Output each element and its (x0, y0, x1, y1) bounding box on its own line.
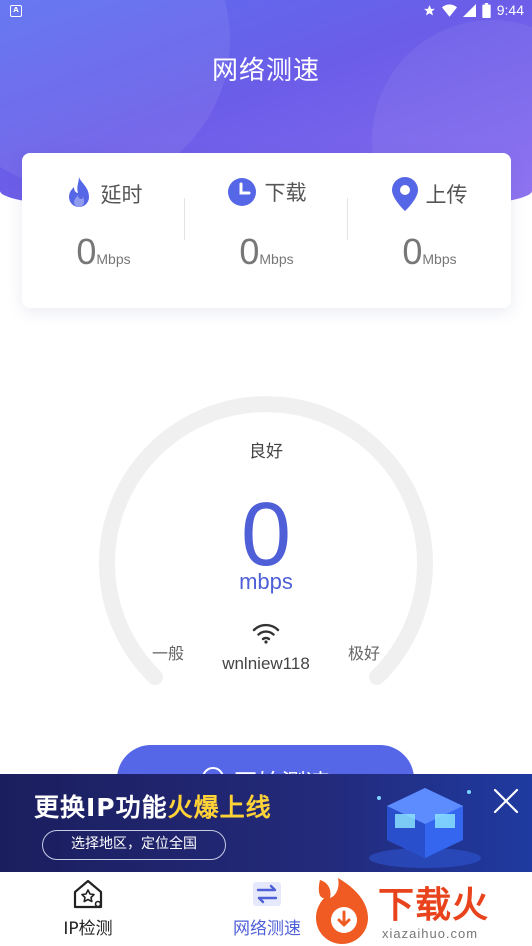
upload-stat: 上传 0Mbps (348, 153, 511, 308)
status-bar: A 9:44 (0, 0, 532, 24)
house-star-icon (73, 879, 103, 909)
clock-time: 9:44 (496, 2, 524, 18)
close-icon[interactable] (491, 786, 521, 816)
ad-headline: 更换IP功能火爆上线 (34, 788, 272, 824)
watermark-url: xiazaihuo.com (382, 926, 479, 941)
watermark-text: 下载火 (378, 885, 490, 926)
download-unit: Mbps (259, 251, 294, 267)
upload-label: 上传 (425, 183, 468, 207)
page-title: 网络测速 (211, 56, 320, 86)
signal-icon (462, 3, 476, 17)
download-stat: 下载 0Mbps (185, 153, 348, 308)
flame-icon (68, 177, 89, 207)
ad-illustration-icon (369, 788, 481, 868)
latency-label: 延时 (100, 183, 143, 207)
upload-value: 0 (402, 231, 423, 272)
wifi-icon (252, 623, 280, 644)
download-label: 下载 (264, 181, 307, 205)
upload-unit: Mbps (422, 251, 457, 267)
star-icon (423, 4, 435, 15)
speed-unit: mbps (239, 569, 293, 594)
refresh-arrows-icon (253, 882, 281, 906)
wifi-status-icon (441, 4, 457, 17)
latency-unit: Mbps (96, 251, 131, 267)
location-pin-icon (391, 177, 418, 211)
watermark-logo-icon (316, 878, 368, 944)
latency-value: 0 (76, 231, 97, 272)
download-value: 0 (239, 231, 260, 272)
speed-value: 0 (240, 485, 292, 585)
quality-label: 良好 (249, 442, 283, 462)
latency-stat: 延时 0Mbps (22, 153, 185, 308)
nav-ip-check-label: IP检测 (63, 919, 113, 939)
wifi-ssid: wnlniew118 (222, 654, 310, 673)
stats-card: 延时 0Mbps 下载 0Mbps 上传 0Mbps (22, 153, 511, 308)
battery-icon (482, 2, 491, 18)
app-notification-icon: A (10, 5, 22, 17)
ad-headline-prefix: 更换IP功能 (34, 793, 168, 822)
nav-ip-check[interactable]: IP检测 (23, 872, 153, 946)
clock-icon (227, 178, 256, 206)
ad-cta-pill[interactable]: 选择地区，定位全国 (42, 830, 226, 860)
ad-headline-highlight: 火爆上线 (167, 793, 272, 822)
watermark: 下载火 xiazaihuo.com (312, 874, 532, 946)
ad-banner[interactable]: 更换IP功能火爆上线 选择地区，定位全国 (0, 774, 532, 872)
